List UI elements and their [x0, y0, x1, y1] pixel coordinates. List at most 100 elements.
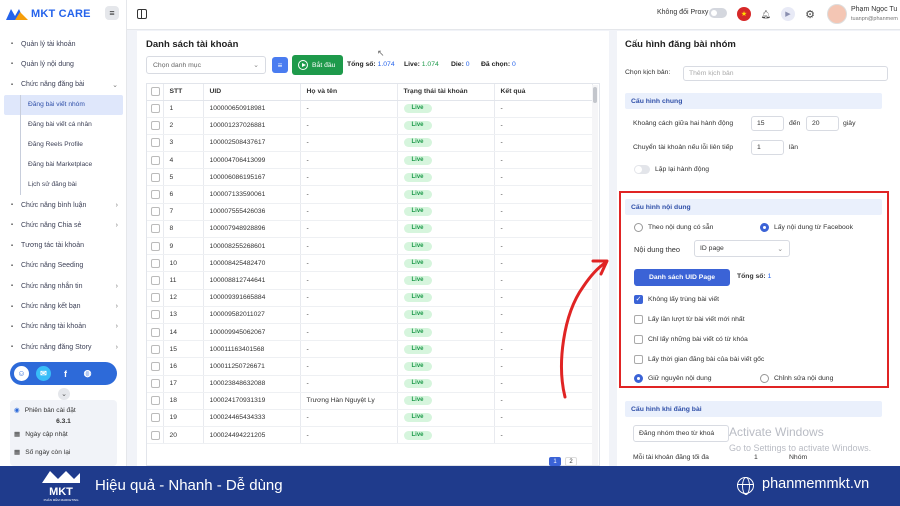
sidebar-item-2[interactable]: ▪ Chức năng đăng bài ⌄: [0, 75, 127, 95]
select-all-checkbox[interactable]: [147, 84, 164, 101]
table-row[interactable]: 4 100004706413099- Live -: [147, 151, 593, 170]
row-checkbox[interactable]: [147, 151, 164, 170]
menu-toggle-button[interactable]: ≡: [105, 6, 119, 20]
bell-icon[interactable]: 🔔︎: [759, 7, 773, 21]
interval-from-input[interactable]: 15: [751, 116, 784, 131]
general-config-header[interactable]: Cấu hình chung: [625, 93, 882, 109]
table-row[interactable]: 17 100023848632088- Live -: [147, 375, 593, 393]
play-circle-icon[interactable]: ▶: [781, 7, 795, 21]
table-row[interactable]: 16 100011250726671- Live -: [147, 357, 593, 376]
messenger-icon[interactable]: ✉: [36, 366, 51, 381]
column-header-status[interactable]: Trạng thái tài khoản: [397, 84, 495, 101]
row-checkbox[interactable]: [147, 203, 164, 221]
filter-button[interactable]: ≡: [272, 57, 288, 73]
table-row[interactable]: 9 100008255268601- Live -: [147, 237, 593, 256]
sidebar-subitem-0[interactable]: Đăng bài viết nhóm: [4, 94, 123, 115]
table-row[interactable]: 13 100009582011027- Live -: [147, 306, 593, 324]
proxy-toggle[interactable]: [709, 8, 727, 18]
table-row[interactable]: 1 100000650918981- Live -: [147, 100, 593, 118]
table-row[interactable]: 11 100008812744641- Live -: [147, 271, 593, 290]
version-icon: ◉: [14, 407, 20, 414]
row-checkbox[interactable]: [147, 289, 164, 307]
table-row[interactable]: 3 100002508437617- Live -: [147, 134, 593, 153]
gear-icon[interactable]: ⚙: [803, 7, 817, 21]
sidebar-subitem-2[interactable]: Đăng Reels Profile: [0, 134, 127, 155]
row-checkbox[interactable]: [147, 357, 164, 376]
table-row[interactable]: 14 100009945062067- Live -: [147, 323, 593, 342]
page-button-current[interactable]: 1: [549, 457, 561, 466]
sidebar-item2-6[interactable]: ▪ Chức năng tài khoản ›: [0, 317, 127, 337]
table-row[interactable]: 12 100009391665884- Live -: [147, 289, 593, 307]
sidebar-subitem-3[interactable]: Đăng bài Marketplace: [0, 154, 127, 175]
column-header-stt[interactable]: STT: [163, 84, 204, 101]
layout-toggle-icon[interactable]: [137, 9, 147, 19]
repeat-action-toggle[interactable]: [634, 165, 650, 174]
interval-to-input[interactable]: 20: [806, 116, 839, 131]
group-mode-select[interactable]: Đăng nhóm theo từ khoá: [633, 425, 729, 442]
table-row[interactable]: 2 100001237026881- Live -: [147, 117, 593, 135]
activate-windows-title: Activate Windows: [729, 425, 824, 439]
row-checkbox[interactable]: [147, 254, 164, 273]
globe-icon[interactable]: ◍: [80, 366, 95, 381]
table-row[interactable]: 6 100007133590061- Live -: [147, 185, 593, 204]
column-header-name[interactable]: Họ và tên: [300, 84, 398, 101]
sidebar-item2-2[interactable]: ▪ Tương tác tài khoản: [0, 235, 127, 255]
cell-result: -: [494, 203, 593, 221]
row-checkbox[interactable]: [147, 117, 164, 135]
sidebar-item2-0[interactable]: ▪ Chức năng bình luận ›: [0, 195, 127, 215]
row-checkbox[interactable]: [147, 323, 164, 342]
row-checkbox[interactable]: [147, 168, 164, 187]
sidebar-item2-3[interactable]: ▪ Chức năng Seeding: [0, 256, 127, 276]
row-checkbox[interactable]: [147, 375, 164, 393]
row-checkbox[interactable]: [147, 392, 164, 410]
row-checkbox[interactable]: [147, 220, 164, 239]
sidebar-subitem-4[interactable]: Lịch sử đăng bài: [0, 174, 127, 195]
table-row[interactable]: 5 100006086195167- Live -: [147, 168, 593, 187]
switch-account-input[interactable]: 1: [751, 140, 784, 155]
row-checkbox[interactable]: [147, 409, 164, 428]
row-checkbox[interactable]: [147, 237, 164, 256]
mouse-cursor-icon: ↖: [377, 48, 385, 58]
row-checkbox[interactable]: [147, 426, 164, 445]
sidebar-item-1[interactable]: ▪ Quản lý nội dung: [0, 54, 127, 74]
row-checkbox[interactable]: [147, 100, 164, 118]
cell-stt: 16: [163, 357, 204, 376]
posting-config-header[interactable]: Cấu hình khi đăng bài: [625, 401, 882, 417]
table-row[interactable]: 20 100024494221205- Live -: [147, 426, 593, 445]
category-select[interactable]: Chọn danh mục ⌄: [146, 56, 266, 74]
table-row[interactable]: 10 100008425482470- Live -: [147, 254, 593, 273]
page-button-next[interactable]: 2: [565, 457, 577, 466]
footer-website[interactable]: phanmemmkt.vn: [762, 476, 869, 492]
row-checkbox[interactable]: [147, 185, 164, 204]
start-button[interactable]: Bắt đầu: [292, 55, 343, 75]
version-row: ◉ Phiên bản cài đặt: [10, 404, 117, 416]
table-row[interactable]: 19 100024465434333- Live -: [147, 409, 593, 428]
table-row[interactable]: 18 100024170931319 Trương Hàn Nguyệt Ly Liv…: [147, 392, 593, 410]
cell-status: Live: [397, 168, 495, 187]
row-checkbox[interactable]: [147, 271, 164, 290]
vietnam-flag-icon[interactable]: ★: [737, 7, 751, 21]
cell-name: -: [300, 254, 398, 273]
facebook-icon[interactable]: f: [58, 366, 73, 381]
collapse-chevron-icon[interactable]: ⌄: [58, 388, 70, 400]
sidebar-item2-5[interactable]: ▪ Chức năng kết bạn ›: [0, 296, 127, 316]
column-header-uid[interactable]: UID: [203, 84, 301, 101]
column-header-result[interactable]: Kết quả: [494, 84, 593, 101]
row-checkbox[interactable]: [147, 306, 164, 324]
scenario-input[interactable]: Thêm kịch bản: [683, 66, 888, 81]
sidebar-subitem-1[interactable]: Đăng bài viết cá nhân: [0, 114, 127, 135]
row-checkbox[interactable]: [147, 340, 164, 359]
status-badge: Live: [403, 327, 432, 337]
sidebar-item2-7[interactable]: ▪ Chức năng đăng Story ›: [0, 337, 127, 357]
avatar[interactable]: [827, 4, 847, 24]
table-row[interactable]: 7 100007555426036- Live -: [147, 203, 593, 221]
sidebar-item2-1[interactable]: ▪ Chức năng Chia sẻ ›: [0, 215, 127, 235]
stat-total-label: Tổng số:: [347, 61, 376, 68]
table-row[interactable]: 15 100011163401568- Live -: [147, 340, 593, 359]
sidebar-item-0[interactable]: ▪ Quản lý tài khoản: [0, 34, 127, 54]
support-icon[interactable]: ☺: [14, 366, 29, 381]
row-checkbox[interactable]: [147, 134, 164, 153]
status-badge: Live: [403, 104, 432, 114]
table-row[interactable]: 8 100007948928896- Live -: [147, 220, 593, 239]
sidebar-item2-4[interactable]: ▪ Chức năng nhắn tin ›: [0, 276, 127, 296]
